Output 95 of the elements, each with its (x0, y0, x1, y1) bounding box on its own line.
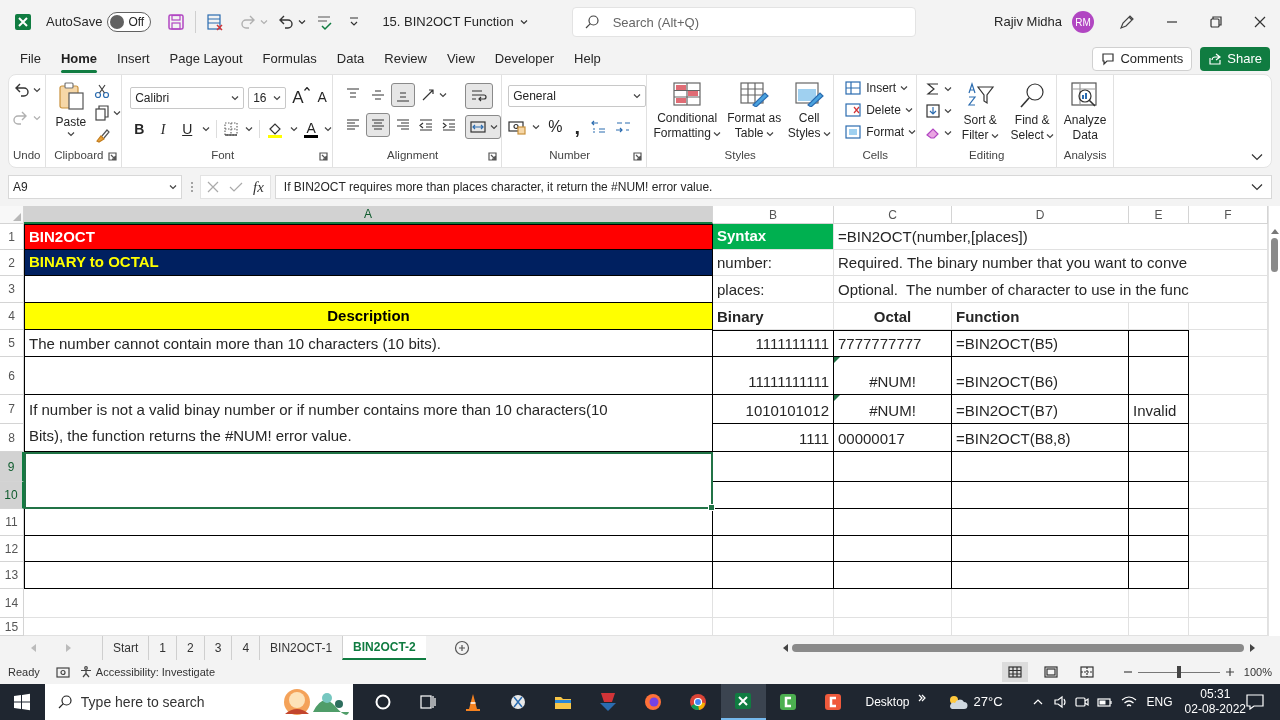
ribbon-tab[interactable]: File (10, 44, 51, 74)
clock-date[interactable]: 02-08-2022 (1184, 702, 1246, 717)
user-name: Rajiv Midha (994, 13, 1062, 32)
formula-field[interactable]: If BIN2OCT requires more than places character, it return the #NUM! error value. (274, 175, 1272, 199)
row-header[interactable]: 5 (0, 330, 24, 357)
font-size-dropdown[interactable]: 16 (248, 86, 287, 109)
ribbon-group-label: Clipboard (53, 148, 105, 164)
row-header[interactable]: 7 (0, 395, 24, 424)
clock-time[interactable]: 05:31 (1200, 687, 1231, 702)
ribbon-group-label: Alignment (386, 148, 440, 164)
accessibility-button[interactable]: Accessibility: Investigate (79, 663, 215, 681)
row-header[interactable]: 13 (0, 562, 24, 589)
ribbon-group-label: Editing (968, 148, 1006, 164)
comments-button[interactable]: Comments (1092, 47, 1193, 71)
spreadsheet-cell[interactable]: BINARY to OCTAL (24, 250, 713, 276)
sheet-tab[interactable]: BIN2OCT-2 (342, 636, 426, 660)
row-header[interactable]: 11 (0, 509, 24, 536)
language-indicator[interactable]: ENG (1146, 693, 1173, 711)
spreadsheet-cell[interactable]: BIN2OCT (24, 224, 713, 250)
cell-text: =BIN2OCT(B6) (956, 373, 1059, 391)
column-header[interactable]: F (1189, 206, 1268, 224)
row-header[interactable]: 15 (0, 618, 24, 636)
row-header[interactable]: 9 (0, 452, 24, 482)
column-header[interactable]: B (713, 206, 834, 224)
ribbon-tab[interactable]: Review (374, 44, 437, 74)
comma-style-button[interactable]: , (570, 119, 584, 135)
italic-button[interactable]: I (154, 118, 173, 140)
cell-text: Binary (717, 308, 764, 326)
format-as-table-button[interactable]: Format as Table (725, 75, 784, 145)
ribbon-group-label: Styles (723, 148, 757, 164)
cell-text: =BIN2OCT(B5) (956, 335, 1059, 353)
name-box[interactable]: A9 (8, 175, 182, 199)
row-header[interactable]: 10 (0, 482, 24, 509)
ribbon-group-label: Undo (13, 148, 41, 164)
toolbar-label[interactable]: Desktop (865, 693, 910, 711)
conditional-formatting-button[interactable]: Conditional Formatting (651, 75, 724, 145)
shrink-font-button[interactable]: A (315, 87, 329, 109)
autosave-label: AutoSave (46, 13, 103, 32)
taskbar-search-field[interactable]: Type here to search (44, 684, 277, 720)
temperature: 27°C (973, 693, 1003, 712)
ribbon-tab[interactable]: Developer (484, 44, 565, 74)
user-avatar[interactable]: RM (1072, 11, 1094, 33)
cell-text: Optional. The number of character to use in the func (838, 281, 1189, 299)
autosave-toggle[interactable]: Off (107, 12, 152, 32)
ribbon-tab[interactable]: View (436, 44, 485, 74)
row-header[interactable]: 6 (0, 357, 24, 395)
cell-text: places: (717, 281, 765, 299)
ribbon-group-label: Font (210, 148, 236, 164)
ribbon-tab[interactable]: Data (326, 44, 375, 74)
number-format-dropdown[interactable]: General (508, 85, 647, 107)
cell-styles-button[interactable]: Cell Styles (785, 75, 834, 145)
row-header[interactable]: 3 (0, 276, 24, 303)
search-field[interactable]: Search (Alt+Q) (571, 7, 916, 37)
cell-text: =BIN2OCT(B7) (956, 402, 1059, 420)
ribbon-tab[interactable]: Home (50, 44, 108, 74)
font-color-button[interactable]: A (304, 120, 319, 138)
column-header[interactable]: C (834, 206, 952, 224)
paste-button[interactable]: Paste (55, 81, 87, 145)
zoom-level[interactable]: 100% (1243, 663, 1272, 681)
row-header[interactable]: 14 (0, 589, 24, 618)
row-header[interactable]: 4 (0, 303, 24, 330)
cell-text: =BIN2OCT(B8,8) (956, 430, 1071, 448)
column-header[interactable]: A (24, 206, 713, 224)
status-text: Ready (8, 664, 40, 680)
row-header[interactable]: 2 (0, 250, 24, 276)
cell-text: Required. The binary number that you want to conve (838, 254, 1188, 272)
delete-button[interactable]: Delete (844, 99, 917, 121)
ribbon-group-label: Number (548, 148, 592, 164)
row-header[interactable]: 12 (0, 536, 24, 562)
analyze-data-button[interactable]: Analyze Data (1057, 75, 1114, 145)
row-header[interactable]: 1 (0, 224, 24, 250)
insert-function-button[interactable]: fx (253, 175, 264, 199)
column-header[interactable]: E (1129, 206, 1189, 224)
ribbon-tab[interactable]: Page Layout (159, 44, 253, 74)
ribbon-tab[interactable]: Formulas (252, 44, 327, 74)
ribbon-tab[interactable]: Insert (107, 44, 160, 74)
sort-filter-button[interactable]: Sort & Filter (956, 75, 1005, 145)
ribbon-tab[interactable]: Help (564, 44, 611, 74)
ribbon-group-label: Analysis (1062, 148, 1108, 164)
document-title[interactable]: 15. BIN2OCT Function (382, 12, 528, 32)
share-button[interactable]: Share (1200, 47, 1270, 71)
cell-text: =BIN2OCT(number,[places]) (838, 228, 1028, 246)
font-name-dropdown[interactable]: Calibri (130, 86, 245, 109)
format-button[interactable]: Format (844, 121, 917, 143)
cell-text: The number cannot contain more than 10 characters (10 bits). (29, 335, 441, 353)
row-header[interactable]: 8 (0, 424, 24, 452)
underline-button[interactable]: U (178, 118, 197, 140)
grow-font-button[interactable]: A (290, 85, 312, 111)
find-select-button[interactable]: Find & Select (1008, 75, 1057, 145)
spreadsheet-cell[interactable]: Description (24, 303, 713, 330)
percent-button[interactable]: % (546, 115, 565, 139)
insert-button[interactable]: Insert (844, 77, 917, 99)
ribbon-group-label: Cells (861, 148, 889, 164)
bold-button[interactable]: B (130, 118, 149, 140)
column-header[interactable]: D (952, 206, 1129, 224)
